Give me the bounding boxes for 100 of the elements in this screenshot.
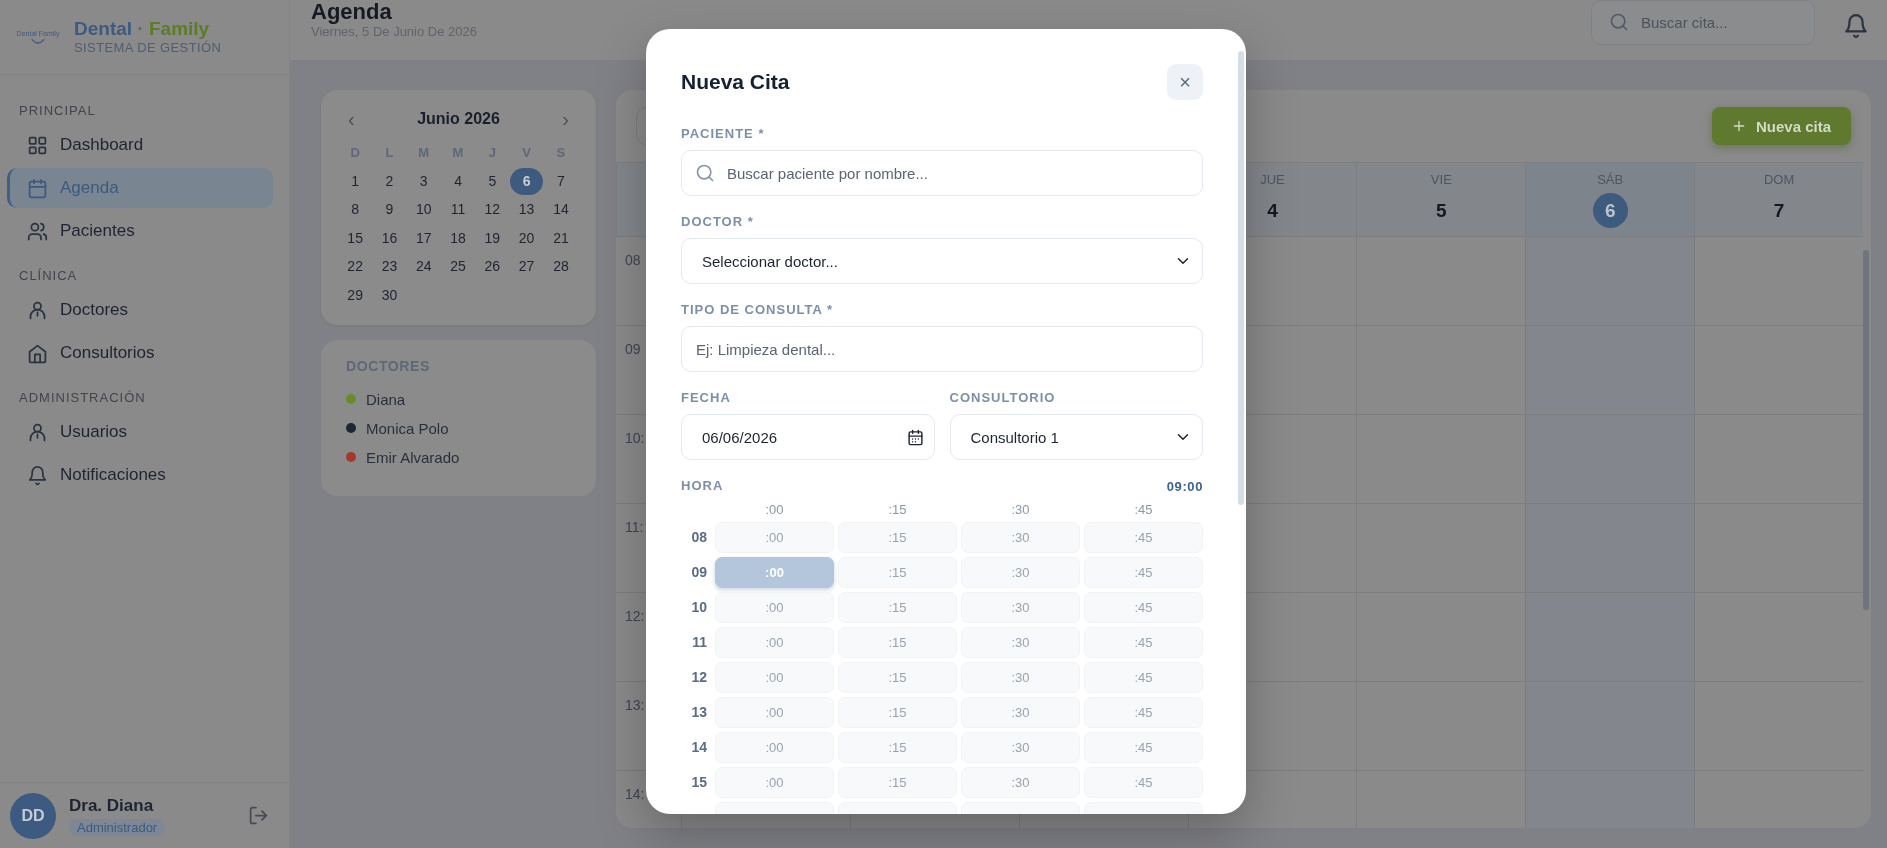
calendar-day[interactable]: 17 (407, 224, 441, 252)
calendar-day[interactable]: 14 (544, 196, 578, 223)
time-slot[interactable]: :30 (961, 522, 1080, 553)
time-slot[interactable]: :45 (1084, 732, 1203, 763)
bell-icon[interactable] (1843, 12, 1869, 39)
calendar-day[interactable]: 20 (510, 224, 544, 252)
calendar-day[interactable]: 7 (544, 167, 578, 195)
time-slot[interactable]: :15 (838, 662, 957, 693)
calendar-day[interactable]: 2 (372, 167, 406, 195)
field-label: HORA (681, 478, 724, 494)
nav-item[interactable]: Dashboard (7, 125, 273, 165)
search-field[interactable]: Buscar cita... (1591, 0, 1815, 45)
calendar-day[interactable]: 10 (407, 196, 441, 223)
calendar-icon (906, 428, 924, 446)
calendar-day[interactable]: 13 (510, 196, 544, 223)
time-slot[interactable]: :45 (1084, 592, 1203, 623)
time-slot[interactable]: :15 (838, 522, 957, 553)
field-label: PACIENTE * (681, 126, 766, 142)
calendar-day[interactable]: 4 (441, 167, 475, 195)
hour-label: 13 (690, 703, 708, 722)
calendar-day[interactable]: 12 (475, 196, 509, 223)
scrollbar-thumb[interactable] (1863, 250, 1869, 610)
calendar-day[interactable]: 26 (475, 253, 509, 280)
calendar-day[interactable]: 19 (475, 224, 509, 252)
calendar-day[interactable]: 3 (407, 167, 441, 195)
time-slot[interactable]: :15 (838, 732, 957, 763)
time-slot[interactable]: :00 (715, 697, 834, 728)
time-slot[interactable]: :30 (961, 697, 1080, 728)
date-field[interactable]: 06/06/2026 (681, 414, 935, 460)
time-slot[interactable]: :00 (715, 662, 834, 693)
person-icon (27, 299, 48, 321)
bell-icon (27, 464, 48, 486)
time-slot[interactable]: :00 (715, 522, 834, 553)
next-month-button[interactable]: › (556, 107, 575, 131)
calendar-day[interactable]: 8 (338, 196, 372, 223)
previous-month-button[interactable]: ‹ (342, 107, 361, 131)
calendar-day[interactable]: 23 (372, 253, 406, 280)
calendar-day[interactable]: 22 (338, 253, 372, 280)
room-select[interactable]: Consultorio 1 (949, 414, 1203, 460)
time-slot[interactable]: :00 (715, 627, 834, 658)
time-slot[interactable]: :30 (961, 732, 1080, 763)
calendar-day[interactable]: 1 (338, 167, 372, 195)
time-slot[interactable]: :30 (961, 767, 1080, 798)
patient-search-field[interactable]: Buscar paciente por nombre... (681, 150, 1203, 196)
time-slot[interactable]: :45 (1084, 767, 1203, 798)
time-slot[interactable]: :30 (961, 662, 1080, 693)
time-slot[interactable]: :45 (1084, 662, 1203, 693)
time-slot[interactable]: :30 (961, 592, 1080, 623)
time-slot[interactable]: :15 (838, 767, 957, 798)
modal-title: Nueva Cita (681, 70, 790, 94)
time-slot[interactable]: :15 (838, 557, 957, 588)
calendar-day[interactable]: 5 (475, 167, 509, 195)
hour-label: 14 (690, 738, 708, 757)
calendar-day[interactable]: 15 (338, 224, 372, 252)
calendar-day[interactable]: 25 (441, 253, 475, 280)
time-slot[interactable]: :15 (838, 627, 957, 658)
nav-item[interactable]: Usuarios (7, 412, 273, 452)
close-button[interactable]: × (1167, 64, 1203, 100)
time-slot[interactable]: :00 (715, 732, 834, 763)
time-slot[interactable]: :30 (961, 627, 1080, 658)
calendar-day[interactable]: 27 (510, 253, 544, 280)
time-slot[interactable]: :30 (961, 557, 1080, 588)
time-slot[interactable]: :00 (715, 767, 834, 798)
consultation-type-field[interactable]: Ej: Limpieza dental... (681, 326, 1203, 372)
calendar-day[interactable]: 9 (372, 196, 406, 223)
nav-item[interactable]: Pacientes (7, 211, 273, 251)
minute-heading: :15 (887, 502, 908, 518)
calendar-day[interactable]: 11 (441, 196, 475, 223)
calendar-day[interactable]: 18 (441, 224, 475, 252)
time-slot[interactable]: :00 (715, 592, 834, 623)
section-heading: PRINCIPAL (18, 103, 97, 119)
calendar-day[interactable]: 16 (372, 224, 406, 252)
time-slot[interactable]: :15 (838, 697, 957, 728)
logout-icon[interactable] (248, 805, 269, 826)
calendar-day[interactable]: 24 (407, 253, 441, 280)
time-slot[interactable]: :45 (1084, 627, 1203, 658)
time-slot[interactable]: :45 (1084, 557, 1203, 588)
calendar-day[interactable]: 6 (510, 167, 544, 195)
scrollbar-thumb[interactable] (1238, 51, 1244, 505)
field-label: CONSULTORIO (949, 390, 1057, 406)
calendar-day[interactable]: 29 (338, 281, 372, 309)
new-appointment-button[interactable]: Nueva cita (1711, 107, 1851, 145)
nav-item[interactable]: Consultorios (7, 333, 273, 373)
doctor-select[interactable]: Seleccionar doctor... (681, 238, 1203, 284)
calendar-day[interactable]: 21 (544, 224, 578, 252)
selected-time: 09:00 (1166, 478, 1203, 494)
doctor-name: Diana (366, 390, 406, 408)
grid-icon (27, 134, 48, 156)
time-cell[interactable] (1694, 592, 1863, 681)
hour-label: 12 (690, 668, 708, 687)
nav-item[interactable]: Notificaciones (7, 455, 273, 495)
day-number: 6 (1592, 192, 1628, 228)
calendar-day[interactable]: 30 (372, 281, 406, 309)
day-number: 4 (1266, 198, 1279, 223)
time-slot[interactable]: :45 (1084, 697, 1203, 728)
nav-item[interactable]: Doctores (7, 290, 273, 330)
person-icon (27, 421, 48, 443)
time-slot[interactable]: :45 (1084, 522, 1203, 553)
time-slot[interactable]: :15 (838, 592, 957, 623)
calendar-day[interactable]: 28 (544, 253, 578, 280)
